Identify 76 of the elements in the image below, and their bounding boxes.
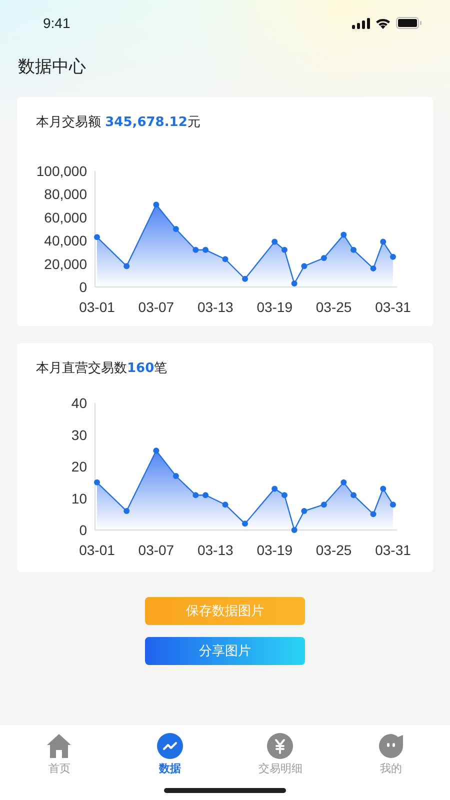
card-title: 本月直营交易数160笔 bbox=[36, 360, 168, 378]
data-point bbox=[192, 492, 199, 498]
y-tick-label: 100,000 bbox=[36, 163, 87, 179]
status-time: 9:41 bbox=[43, 15, 70, 31]
data-point bbox=[242, 276, 248, 282]
y-tick-label: 20 bbox=[71, 458, 87, 474]
x-tick-label: 03-25 bbox=[316, 299, 352, 315]
data-point bbox=[153, 202, 160, 208]
x-tick-label: 03-19 bbox=[256, 299, 292, 315]
wifi-icon bbox=[375, 17, 391, 29]
smiley-face-icon bbox=[378, 733, 404, 759]
x-tick-label: 03-01 bbox=[79, 299, 115, 315]
card-title: 本月交易额 345,678.12元 bbox=[36, 114, 200, 132]
data-point bbox=[320, 255, 327, 261]
data-point bbox=[370, 265, 376, 272]
data-point bbox=[350, 246, 357, 253]
data-point bbox=[172, 226, 179, 232]
data-point bbox=[153, 448, 160, 454]
save-image-button[interactable]: 保存数据图片 bbox=[145, 597, 305, 625]
y-tick-label: 60,000 bbox=[44, 209, 87, 226]
y-tick-label: 80,000 bbox=[44, 186, 87, 202]
house-icon bbox=[46, 733, 72, 759]
x-tick-label: 03-31 bbox=[375, 299, 411, 315]
data-point bbox=[202, 492, 209, 498]
trend-chart-icon bbox=[156, 733, 183, 759]
x-tick-label: 03-25 bbox=[316, 542, 352, 558]
data-point bbox=[242, 520, 248, 527]
y-tick-label: 40 bbox=[71, 395, 87, 411]
data-point bbox=[340, 232, 347, 238]
tab[interactable]: 我的 bbox=[350, 725, 431, 777]
data-point bbox=[124, 508, 130, 514]
y-tick-label: 40,000 bbox=[44, 232, 87, 249]
yuan-icon bbox=[267, 733, 294, 759]
data-point bbox=[222, 256, 228, 262]
y-tick-label: 10 bbox=[71, 490, 87, 506]
x-tick-label: 03-31 bbox=[375, 542, 411, 558]
x-tick-label: 03-19 bbox=[256, 542, 292, 558]
tab[interactable]: 首页 bbox=[19, 725, 100, 777]
x-tick-label: 03-13 bbox=[198, 542, 234, 558]
tab[interactable]: 交易明细 bbox=[240, 725, 320, 777]
data-point bbox=[320, 502, 327, 508]
data-point bbox=[272, 238, 278, 245]
data-point bbox=[380, 238, 386, 245]
share-image-button[interactable]: 分享图片 bbox=[145, 637, 305, 665]
data-point bbox=[370, 511, 376, 518]
page-title: 数据中心 bbox=[18, 56, 86, 79]
data-point bbox=[192, 246, 199, 253]
data-point bbox=[291, 280, 298, 287]
data-point bbox=[350, 492, 357, 498]
data-point bbox=[301, 508, 308, 514]
data-point bbox=[380, 486, 386, 492]
data-point bbox=[301, 263, 308, 270]
data-point bbox=[94, 479, 100, 486]
data-point bbox=[94, 234, 100, 240]
data-point bbox=[222, 502, 228, 508]
data-point bbox=[172, 473, 179, 480]
x-tick-label: 03-07 bbox=[138, 542, 174, 558]
signal-icon bbox=[352, 18, 370, 28]
data-point bbox=[340, 479, 347, 486]
data-point bbox=[272, 486, 278, 492]
battery-icon bbox=[396, 17, 422, 29]
data-point bbox=[281, 246, 288, 253]
data-point bbox=[291, 527, 298, 533]
tab[interactable]: 数据 bbox=[130, 725, 210, 777]
x-tick-label: 03-13 bbox=[198, 299, 234, 315]
data-point bbox=[390, 502, 396, 508]
y-tick-label: 0 bbox=[79, 279, 87, 295]
y-tick-label: 30 bbox=[71, 426, 87, 443]
data-point bbox=[124, 263, 130, 270]
y-tick-label: 0 bbox=[79, 522, 87, 538]
y-tick-label: 20,000 bbox=[44, 256, 87, 272]
data-point bbox=[281, 492, 288, 498]
data-point bbox=[202, 246, 209, 253]
x-tick-label: 03-07 bbox=[138, 299, 174, 315]
x-tick-label: 03-01 bbox=[79, 542, 115, 558]
data-point bbox=[390, 254, 396, 260]
